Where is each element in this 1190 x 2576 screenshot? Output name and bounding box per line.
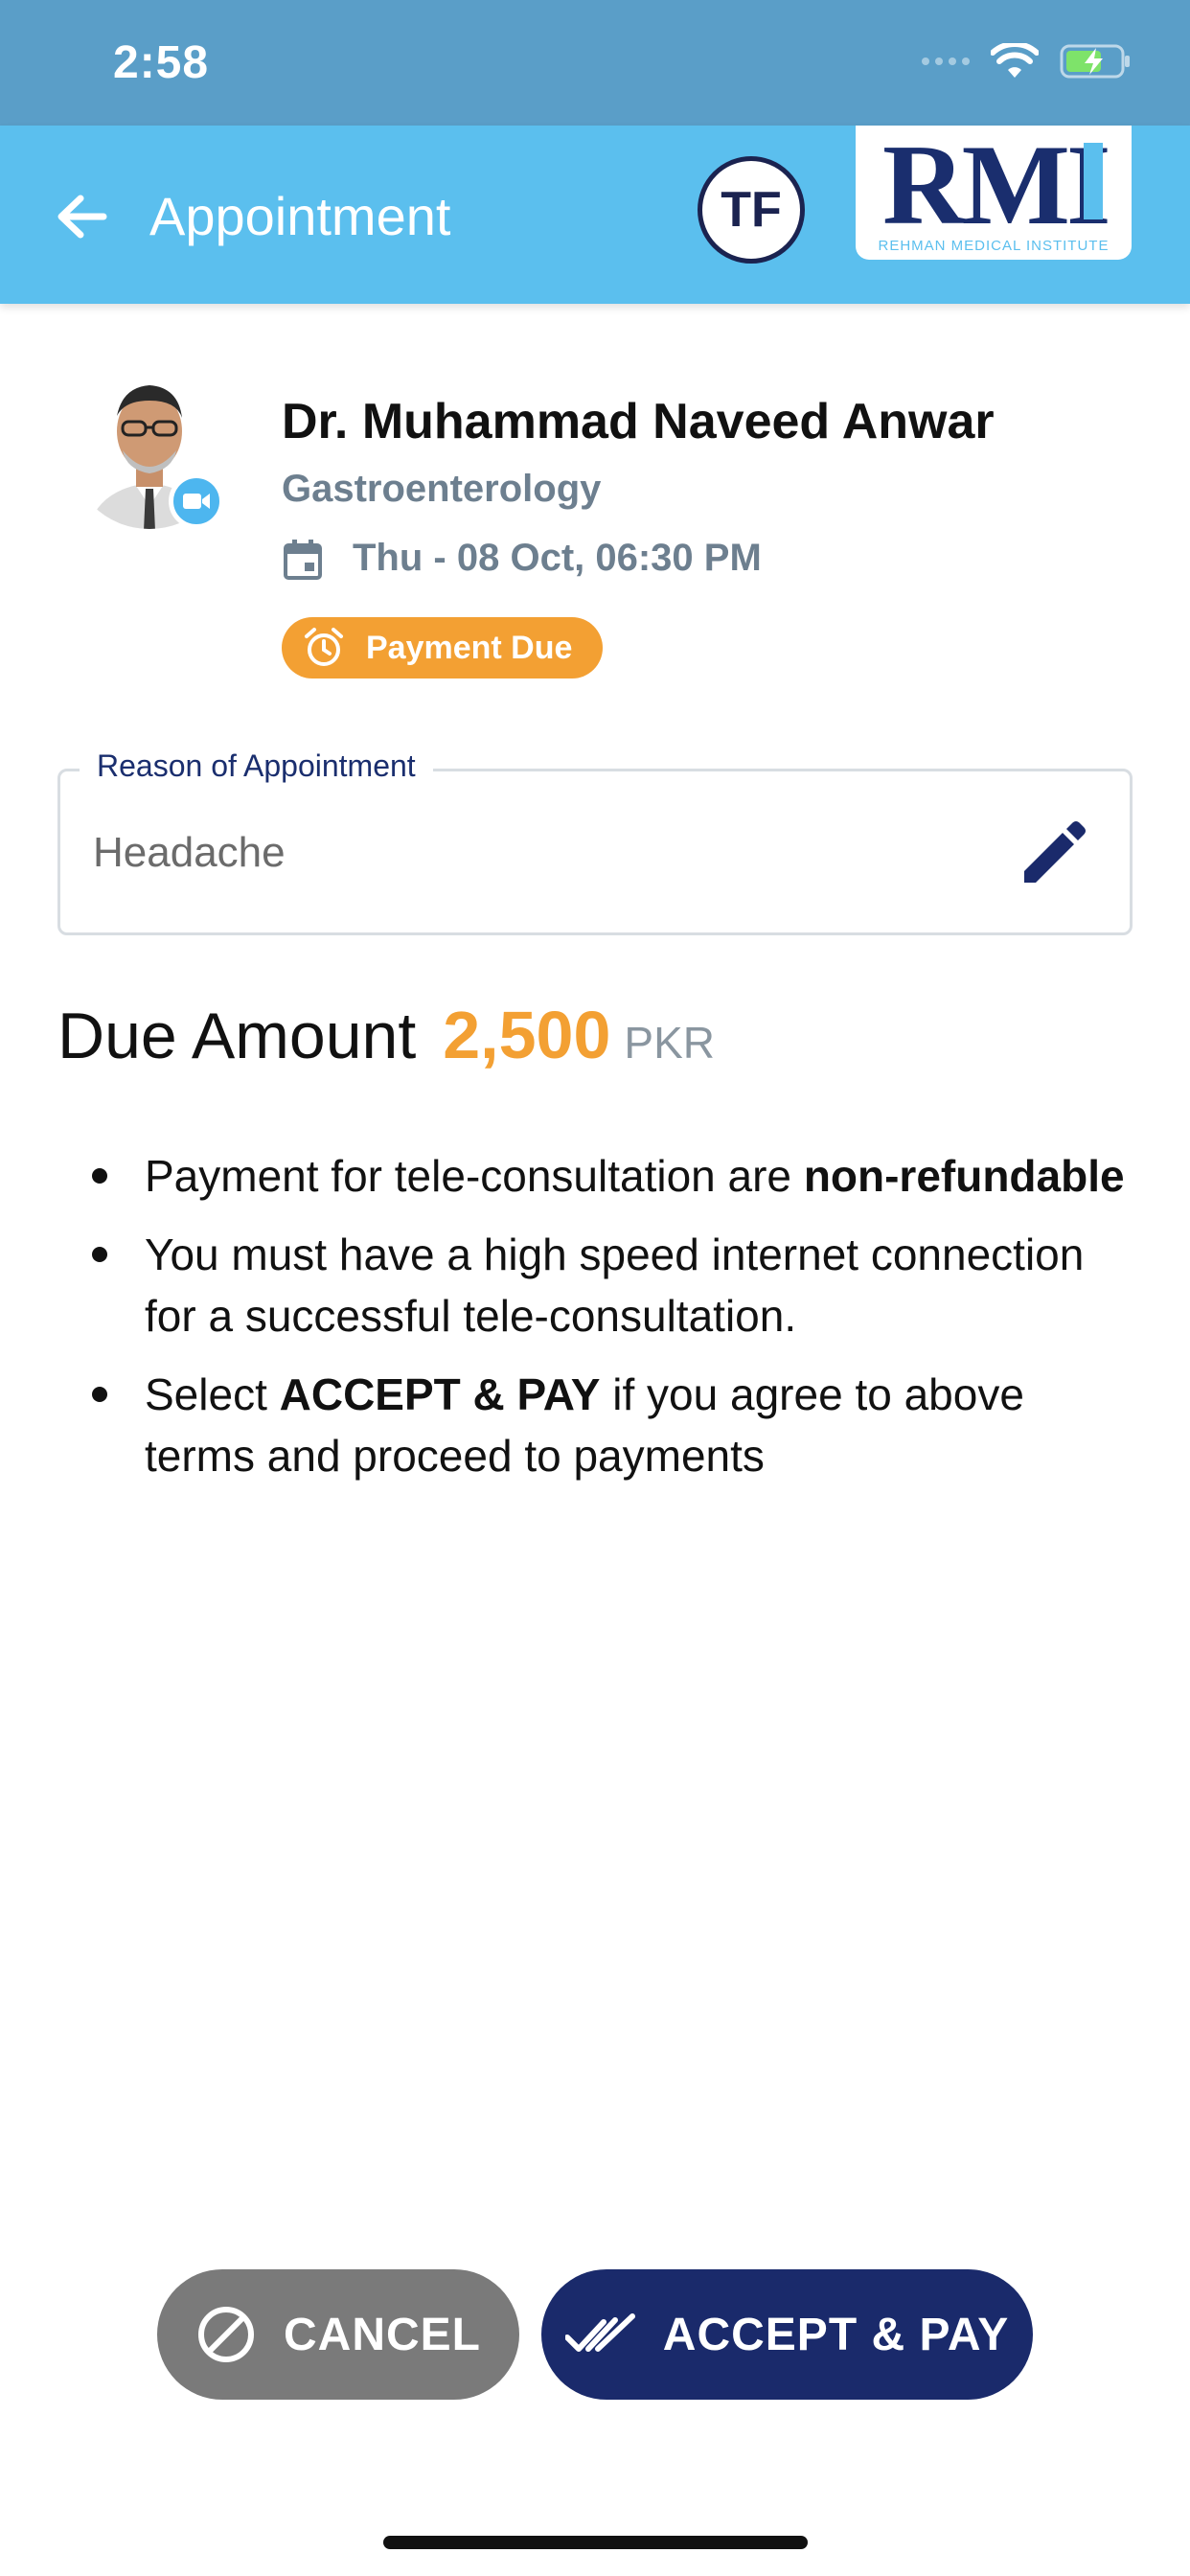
battery-charging-icon bbox=[1060, 44, 1130, 79]
terms-item: You must have a high speed internet conn… bbox=[57, 1224, 1131, 1346]
status-bar: 2:58 bbox=[0, 0, 1190, 126]
status-badge: Payment Due bbox=[282, 617, 604, 678]
reason-label: Reason of Appointment bbox=[80, 748, 433, 784]
due-amount-currency: PKR bbox=[624, 1018, 715, 1068]
user-avatar[interactable]: TF bbox=[698, 156, 805, 264]
reason-value[interactable]: Headache bbox=[93, 829, 286, 877]
calendar-icon bbox=[284, 540, 322, 580]
status-icons bbox=[922, 42, 1133, 80]
terms-list: Payment for tele-consultation are non-re… bbox=[57, 1145, 1131, 1504]
home-indicator[interactable] bbox=[383, 2536, 808, 2549]
terms-item: Payment for tele-consultation are non-re… bbox=[57, 1145, 1131, 1207]
reason-field[interactable]: Reason of Appointment Headache bbox=[57, 748, 1133, 935]
double-check-icon bbox=[564, 2313, 635, 2352]
video-icon bbox=[183, 494, 210, 509]
edit-pencil-icon[interactable] bbox=[1017, 817, 1089, 890]
video-call-badge bbox=[169, 473, 224, 529]
page-title: Appointment bbox=[149, 186, 451, 246]
cancel-button-label: CANCEL bbox=[284, 2309, 481, 2360]
due-amount-row: Due Amount 2,500 PKR bbox=[57, 997, 715, 1073]
wifi-icon bbox=[991, 43, 1039, 78]
terms-item: Select ACCEPT & PAY if you agree to abov… bbox=[57, 1364, 1131, 1486]
accept-and-pay-button[interactable]: ACCEPT & PAY bbox=[541, 2269, 1033, 2400]
app-bar: Appointment TF RMI REHMAN MEDICAL INSTIT… bbox=[0, 126, 1190, 304]
doctor-specialty: Gastroenterology bbox=[282, 468, 602, 510]
status-badge-label: Payment Due bbox=[366, 629, 573, 666]
appointment-datetime: Thu - 08 Oct, 06:30 PM bbox=[353, 537, 762, 579]
block-icon bbox=[198, 2307, 254, 2362]
logo-letters: RMI bbox=[882, 121, 1111, 248]
rmi-logo: RMI REHMAN MEDICAL INSTITUTE bbox=[856, 126, 1132, 260]
signal-icon bbox=[922, 58, 970, 65]
cancel-button[interactable]: CANCEL bbox=[157, 2269, 519, 2400]
due-amount-value: 2,500 bbox=[443, 998, 611, 1072]
alarm-clock-icon bbox=[305, 628, 343, 666]
due-amount-label: Due Amount bbox=[57, 1000, 417, 1072]
logo-subtitle: REHMAN MEDICAL INSTITUTE bbox=[878, 238, 1110, 254]
status-time: 2:58 bbox=[113, 37, 210, 88]
logo-accent-bar bbox=[1084, 143, 1103, 219]
doctor-name: Dr. Muhammad Naveed Anwar bbox=[282, 394, 995, 449]
accept-and-pay-label: ACCEPT & PAY bbox=[662, 2309, 1010, 2360]
back-arrow-icon[interactable] bbox=[48, 183, 115, 250]
